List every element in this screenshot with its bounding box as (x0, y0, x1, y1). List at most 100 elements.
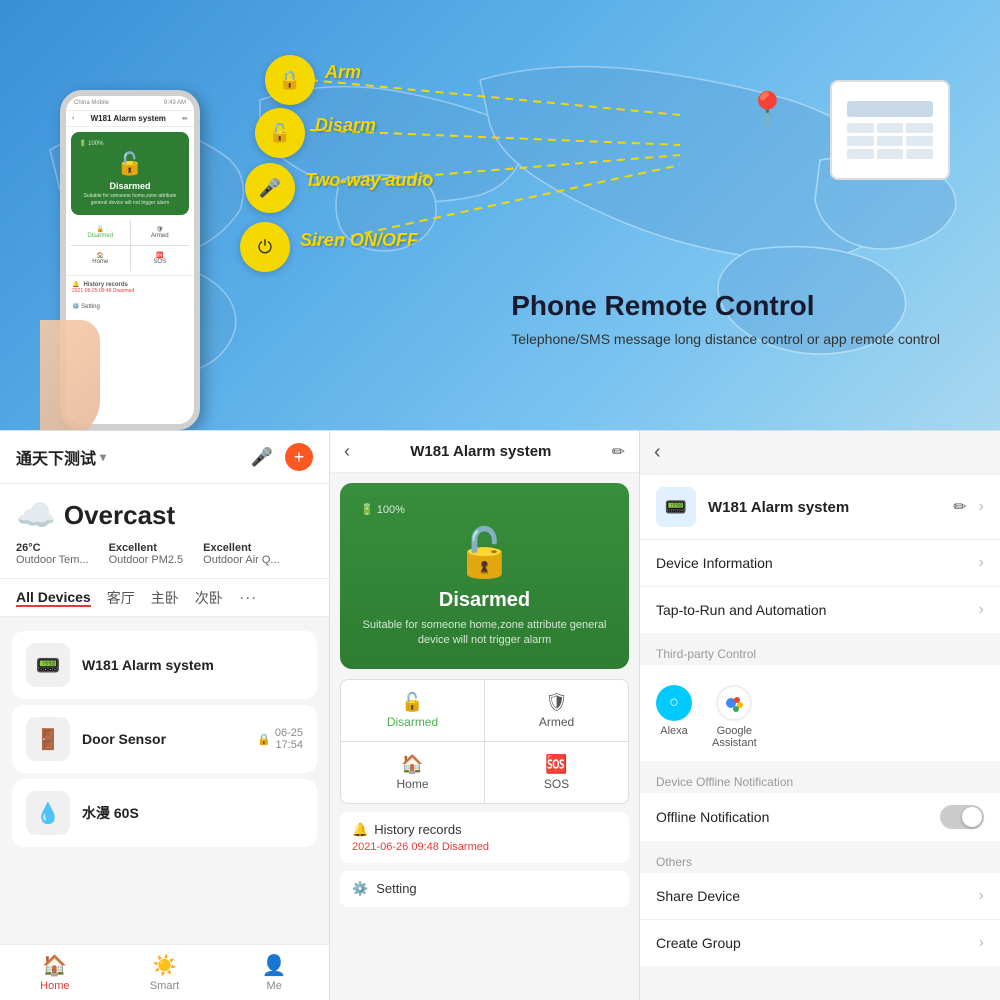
arm-circle: 🔒 (265, 55, 315, 105)
home-nav-icon: 🏠 (42, 953, 67, 978)
setting-item[interactable]: ⚙️ Setting (340, 871, 629, 907)
setting-label: Setting (376, 881, 416, 896)
temperature-detail: 26°C Outdoor Tem... (16, 542, 89, 566)
battery-indicator: 🔋 100% (360, 503, 609, 516)
nav-smart-label: Smart (150, 980, 179, 992)
tab-living-room[interactable]: 客厅 (107, 588, 135, 608)
disarm-label: Disarm (315, 115, 376, 136)
list-item[interactable]: 💧 水漫 60S (12, 779, 317, 847)
device-title-name: W181 Alarm system (708, 499, 941, 516)
tap-to-run-item[interactable]: Tap-to-Run and Automation › (640, 587, 1000, 633)
mid-edit-icon[interactable]: ✏ (612, 442, 625, 462)
chevron-right-icon: › (979, 554, 984, 572)
alexa-label: Alexa (660, 725, 688, 737)
home-label: Home (396, 777, 428, 791)
nav-home[interactable]: 🏠 Home (0, 953, 110, 992)
nav-home-label: Home (40, 980, 69, 992)
left-panel: 通天下测试 ▾ 🎤 + ☁️ Overcast 26°C Outdoor Tem… (0, 431, 330, 1000)
me-nav-icon: 👤 (262, 953, 287, 978)
location-pin: 📍 (745, 90, 790, 132)
banner: 🔒 Arm 🔓 Disarm 🎤 Two-way audio ⏻ Siren O… (0, 0, 1000, 430)
left-header: 通天下测试 ▾ 🎤 + (0, 431, 329, 484)
weather-section: ☁️ Overcast 26°C Outdoor Tem... Excellen… (0, 484, 329, 579)
alarm-state: Disarmed (360, 589, 609, 612)
google-icon (716, 685, 752, 721)
share-device-label: Share Device (656, 888, 740, 904)
phone-mockup: China Mobile 9:43 AM ‹ W181 Alarm system… (40, 50, 220, 430)
banner-title: Phone Remote Control (511, 290, 940, 322)
tab-second-bedroom[interactable]: 次卧 (195, 588, 223, 608)
others-title: Others (640, 847, 1000, 873)
nav-me-label: Me (267, 980, 282, 992)
device-title-icon: 📟 (656, 487, 696, 527)
pm25-detail: Excellent Outdoor PM2.5 (109, 542, 184, 566)
disarm-circle: 🔓 (255, 108, 305, 158)
alexa-item[interactable]: ○ Alexa (656, 685, 692, 749)
audio-label: Two-way audio (305, 170, 433, 191)
add-icon[interactable]: + (285, 443, 313, 471)
disarmed-button[interactable]: 🔓 Disarmed (341, 680, 484, 741)
others-menu-section: Share Device › Create Group › (640, 873, 1000, 966)
device-info: 水漫 60S (82, 803, 303, 823)
device-alarm-icon: 📟 (26, 643, 70, 687)
device-water-icon: 💧 (26, 791, 70, 835)
device-edit-icon[interactable]: ✏ (953, 497, 966, 517)
tab-all-devices[interactable]: All Devices (16, 589, 91, 607)
history-section: 🔔 History records 2021-06-26 09:48 Disar… (340, 812, 629, 863)
nav-me[interactable]: 👤 Me (219, 953, 329, 992)
device-name: 水漫 60S (82, 803, 303, 823)
device-name: Door Sensor (82, 731, 245, 747)
mid-title: W181 Alarm system (410, 443, 551, 460)
weather-condition: Overcast (64, 500, 175, 531)
device-chevron-icon[interactable]: › (979, 498, 984, 516)
list-item[interactable]: 📟 W181 Alarm system (12, 631, 317, 699)
right-header: ‹ (640, 431, 1000, 475)
create-group-item[interactable]: Create Group › (640, 920, 1000, 966)
siren-circle: ⏻ (240, 222, 290, 272)
home-button[interactable]: 🏠 Home (341, 742, 484, 803)
armed-label: Armed (539, 715, 574, 729)
microphone-icon[interactable]: 🎤 (251, 447, 273, 468)
home-icon: 🏠 (353, 754, 472, 775)
share-device-item[interactable]: Share Device › (640, 873, 1000, 920)
chevron-right-icon: › (979, 601, 984, 619)
sos-button[interactable]: 🆘 SOS (485, 742, 628, 803)
device-image (830, 80, 950, 180)
list-item[interactable]: 🚪 Door Sensor 🔒 06-25 17:54 (12, 705, 317, 773)
disarmed-label: Disarmed (387, 715, 438, 729)
device-info-label: Device Information (656, 555, 773, 571)
armed-button[interactable]: 🛡 Armed (485, 680, 628, 741)
sos-label: SOS (544, 777, 569, 791)
audio-circle: 🎤 (245, 163, 295, 213)
mid-back-icon[interactable]: ‹ (344, 441, 350, 462)
disarmed-icon: 🔓 (353, 692, 472, 713)
tab-more-icon[interactable]: ··· (239, 587, 257, 608)
alarm-lock-icon: 🔓 (360, 524, 609, 581)
sos-icon: 🆘 (497, 754, 616, 775)
alarm-panel: 🔋 100% 🔓 Disarmed Suitable for someone h… (340, 483, 629, 669)
device-info: W181 Alarm system (82, 657, 303, 673)
device-name: W181 Alarm system (82, 657, 303, 673)
lock-icon: 🔒 (257, 733, 271, 746)
home-name[interactable]: 通天下测试 ▾ (16, 445, 106, 469)
offline-section-title: Device Offline Notification (640, 767, 1000, 793)
offline-toggle[interactable] (940, 805, 984, 829)
chevron-right-icon: › (979, 887, 984, 905)
toggle-knob (962, 807, 982, 827)
nav-smart[interactable]: ☀️ Smart (110, 953, 220, 992)
banner-subtitle: Telephone/SMS message long distance cont… (511, 330, 940, 350)
history-date: 2021-06-26 09:48 Disarmed (352, 841, 617, 853)
third-party-section: ○ Alexa Google Assistant (640, 665, 1000, 761)
siren-label: Siren ON/OFF (300, 230, 418, 251)
dropdown-icon: ▾ (100, 450, 106, 464)
main-menu-section: Device Information › Tap-to-Run and Auto… (640, 540, 1000, 633)
third-party-title: Third-party Control (640, 639, 1000, 665)
history-title: 🔔 History records (352, 822, 617, 838)
right-back-icon[interactable]: ‹ (654, 441, 661, 463)
google-assistant-item[interactable]: Google Assistant (712, 685, 757, 749)
smart-nav-icon: ☀️ (152, 953, 177, 978)
tab-master-bedroom[interactable]: 主卧 (151, 588, 179, 608)
devices-list: 📟 W181 Alarm system 🚪 Door Sensor 🔒 06-2… (0, 617, 329, 944)
google-assistant-label: Google Assistant (712, 725, 757, 749)
device-info-item[interactable]: Device Information › (640, 540, 1000, 587)
